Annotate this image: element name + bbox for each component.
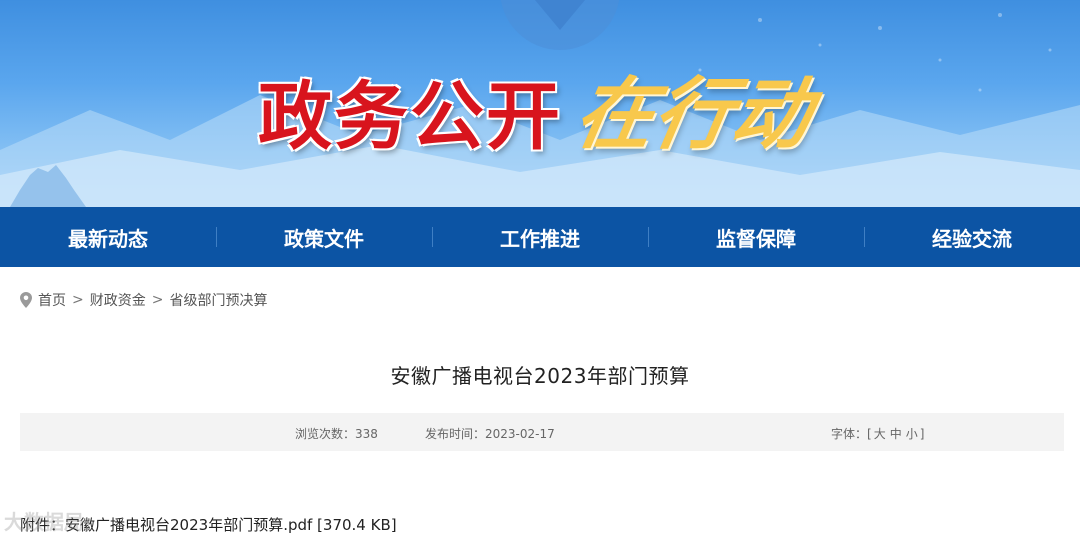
breadcrumb-separator: > [151,292,164,308]
attachment-link[interactable]: 安徽广播电视台2023年部门预算.pdf [370.4 KB] [65,516,397,534]
publish-date: 发布时间：2023-02-17 [425,427,555,441]
font-size-selector: 字体：[大中小] [831,425,924,442]
breadcrumb-finance-funds[interactable]: 财政资金 [90,290,146,310]
banner-title-accent: 在行动 [568,70,818,160]
font-size-close: ] [919,427,925,441]
nav-item-work-progress[interactable]: 工作推进 [432,207,648,267]
breadcrumb: 首页 > 财政资金 > 省级部门预决算 [20,290,267,310]
header-banner: 政务公开 在行动 [0,0,1080,207]
article-title: 安徽广播电视台2023年部门预算 [390,364,690,388]
nav-item-policy-documents[interactable]: 政策文件 [216,207,432,267]
article-meta-bar: 浏览次数：338 发布时间：2023-02-17 字体：[大中小] [20,413,1064,451]
font-size-medium[interactable]: 中 [890,427,902,441]
breadcrumb-home[interactable]: 首页 [38,290,66,310]
attachment-prefix: 附件： [20,516,66,534]
nav-item-latest-news[interactable]: 最新动态 [0,207,216,267]
nav-item-experience-exchange[interactable]: 经验交流 [864,207,1080,267]
breadcrumb-provincial-budget[interactable]: 省级部门预决算 [169,290,267,310]
nav-item-supervision[interactable]: 监督保障 [648,207,864,267]
attachment: 附件：安徽广播电视台2023年部门预算.pdf [370.4 KB] [20,514,397,535]
breadcrumb-separator: > [72,292,84,308]
banner-title-main: 政务公开 [258,74,562,160]
location-pin-icon [20,292,32,308]
font-size-large[interactable]: 大 [874,427,886,441]
font-size-label: 字体：[ [831,427,872,441]
view-count: 浏览次数：338 [295,427,378,441]
font-size-small[interactable]: 小 [906,427,918,441]
main-nav: 最新动态 政策文件 工作推进 监督保障 经验交流 [0,207,1080,267]
banner-title: 政务公开 在行动 [258,54,818,160]
